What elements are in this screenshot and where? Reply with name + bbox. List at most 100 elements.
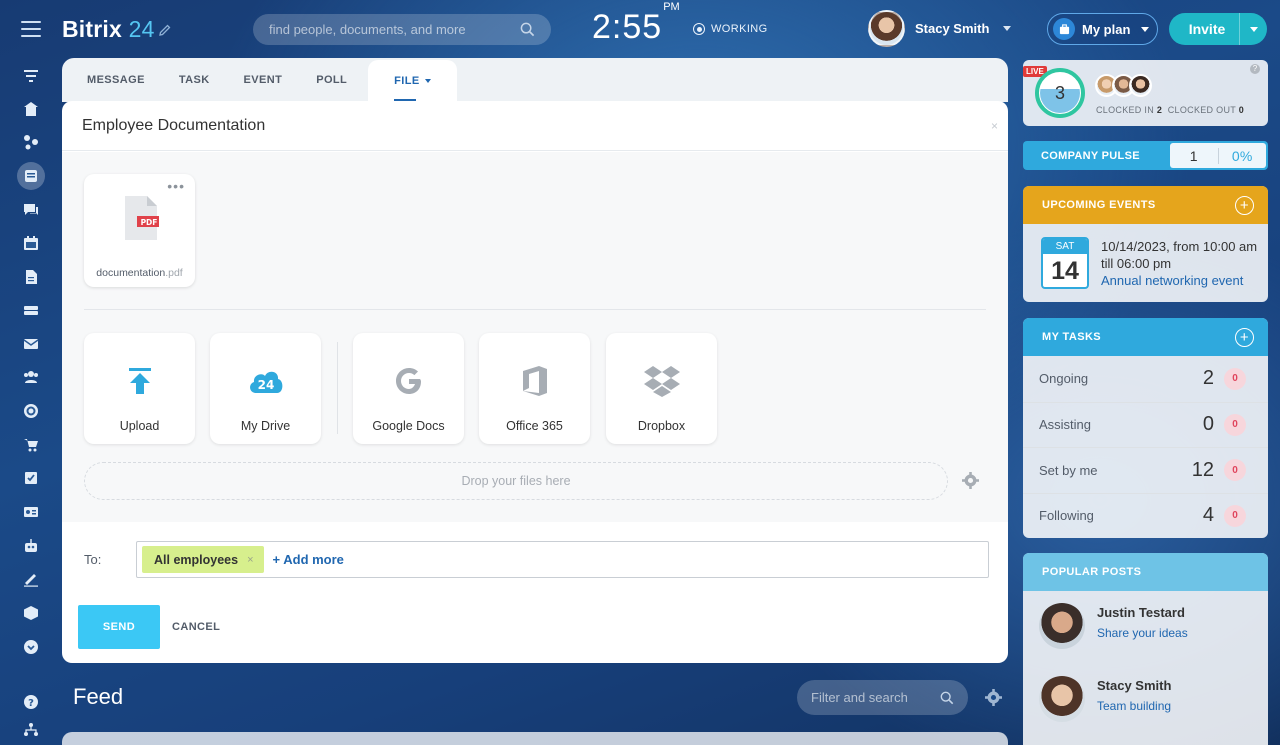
feed-search-input[interactable]: Filter and search (797, 680, 968, 715)
pulse-value: 1 (1170, 147, 1219, 164)
my-drive-button[interactable]: 24 My Drive (210, 333, 321, 444)
recipients-field[interactable]: All employees × + Add more (136, 541, 989, 578)
clock[interactable]: 2:55PM (592, 1, 680, 47)
calendar-date-icon: SAT 14 (1041, 237, 1089, 289)
goal-icon[interactable] (17, 397, 45, 425)
mail-icon[interactable] (17, 330, 45, 358)
tasks-icon[interactable] (17, 464, 45, 492)
chevron-down-icon (1003, 26, 1012, 31)
tab-poll[interactable]: POLL (303, 58, 360, 102)
team-icon[interactable] (17, 363, 45, 391)
counter-badge: 0 (1224, 367, 1246, 390)
more-icon[interactable] (17, 633, 45, 661)
divider (337, 342, 338, 434)
menu-icon[interactable] (21, 21, 41, 37)
widget-title: MY TASKS (1042, 331, 1102, 343)
feed-title: Feed (73, 684, 124, 709)
office-icon (479, 363, 590, 399)
my-plan-button[interactable]: My plan (1047, 13, 1158, 45)
chip-remove-icon[interactable]: × (247, 554, 253, 566)
edit-pencil-icon[interactable] (158, 23, 172, 37)
cancel-button[interactable]: CANCEL (172, 621, 220, 633)
drive-icon[interactable] (17, 296, 45, 324)
calendar-icon[interactable] (17, 229, 45, 257)
employee-avatars (1095, 74, 1152, 97)
upload-button[interactable]: Upload (84, 333, 195, 444)
work-status[interactable]: WORKING (693, 23, 768, 35)
filter-icon[interactable] (17, 62, 45, 90)
sitemap-icon[interactable] (17, 716, 45, 744)
attachments-area: ••• PDF documentation.pdf Upload 24 My D… (62, 152, 1008, 522)
popular-post-item[interactable]: Justin Testard Share your ideas (1039, 603, 1188, 649)
add-event-icon[interactable]: + (1235, 195, 1254, 215)
add-task-icon[interactable]: + (1235, 327, 1254, 347)
left-rail: ? (0, 0, 62, 745)
pulse-percent: 0% (1231, 147, 1253, 164)
post-title-field[interactable]: Employee Documentation × (62, 101, 1008, 151)
my-tasks-widget: MY TASKS + Ongoing 2 0 Assisting 0 0 Set… (1023, 318, 1268, 538)
tab-event[interactable]: EVENT (231, 58, 296, 102)
google-docs-button[interactable]: Google Docs (353, 333, 464, 444)
office-365-button[interactable]: Office 365 (479, 333, 590, 444)
post-title-link[interactable]: Share your ideas (1097, 626, 1188, 640)
pdf-file-icon: PDF (125, 196, 159, 240)
popular-post-item[interactable]: Stacy Smith Team building (1039, 676, 1171, 722)
post-title-link[interactable]: Team building (1097, 699, 1171, 713)
help-icon[interactable]: ? (17, 688, 45, 716)
recipients-row: To: All employees × + Add more (84, 541, 989, 578)
chevron-down-icon (1141, 26, 1150, 32)
chat-icon[interactable] (17, 196, 45, 224)
more-options-icon[interactable]: ••• (167, 178, 185, 194)
help-icon[interactable]: ? (1250, 64, 1260, 74)
svg-text:?: ? (28, 698, 34, 709)
cart-icon[interactable] (17, 431, 45, 459)
feed-icon[interactable] (17, 162, 45, 190)
upload-icon (84, 363, 195, 399)
tab-file[interactable]: FILE (368, 60, 457, 102)
search-placeholder: find people, documents, and more (269, 22, 466, 37)
tab-task[interactable]: TASK (166, 58, 223, 102)
timeman-widget[interactable]: LIVE 3 CLOCKED IN 2 CLOCKED OUT 0 ? (1023, 60, 1268, 126)
task-row-ongoing[interactable]: Ongoing 2 0 (1023, 356, 1268, 402)
invite-button[interactable]: Invite (1169, 13, 1267, 45)
file-name: documentation (96, 267, 166, 279)
send-button[interactable]: SEND (78, 605, 160, 649)
dropbox-button[interactable]: Dropbox (606, 333, 717, 444)
popular-posts-widget: POPULAR POSTS Justin Testard Share your … (1023, 553, 1268, 745)
composer-panel: Employee Documentation × ••• PDF documen… (62, 101, 1008, 663)
recipient-chip[interactable]: All employees × (142, 546, 264, 573)
gear-icon[interactable] (985, 689, 1002, 706)
event-item[interactable]: 10/14/2023, from 10:00 am till 06:00 pm … (1101, 238, 1261, 289)
store-icon[interactable] (17, 599, 45, 627)
widget-title: UPCOMING EVENTS (1042, 199, 1156, 211)
global-search-input[interactable]: find people, documents, and more (253, 14, 551, 45)
company-pulse-widget[interactable]: COMPANY PULSE 1 0% (1023, 141, 1268, 170)
document-icon[interactable] (17, 263, 45, 291)
crm-icon[interactable] (17, 498, 45, 526)
task-row-set-by-me[interactable]: Set by me 12 0 (1023, 447, 1268, 493)
gear-icon[interactable] (962, 472, 979, 489)
record-icon (693, 23, 705, 35)
divider (84, 309, 986, 310)
chevron-down-icon (1249, 26, 1258, 32)
home-icon[interactable] (17, 95, 45, 123)
task-row-assisting[interactable]: Assisting 0 0 (1023, 401, 1268, 448)
user-menu[interactable]: Stacy Smith (868, 10, 1012, 47)
event-name-link[interactable]: Annual networking event (1101, 272, 1261, 289)
file-dropzone[interactable]: Drop your files here (84, 462, 948, 500)
to-label: To: (84, 552, 102, 567)
sign-icon[interactable] (17, 565, 45, 593)
close-icon[interactable]: × (991, 119, 998, 133)
search-icon (520, 22, 535, 37)
robot-icon[interactable] (17, 532, 45, 560)
logo[interactable]: Bitrix 24 (62, 16, 155, 43)
collab-icon[interactable] (17, 128, 45, 156)
add-more-link[interactable]: + Add more (273, 552, 344, 567)
attached-file[interactable]: ••• PDF documentation.pdf (84, 174, 195, 287)
invite-dropdown[interactable] (1239, 13, 1267, 45)
task-row-following[interactable]: Following 4 0 (1023, 492, 1268, 539)
dropbox-icon (606, 363, 717, 399)
avatar (1129, 74, 1152, 97)
pdf-badge: PDF (141, 218, 158, 227)
tab-message[interactable]: MESSAGE (74, 58, 158, 102)
